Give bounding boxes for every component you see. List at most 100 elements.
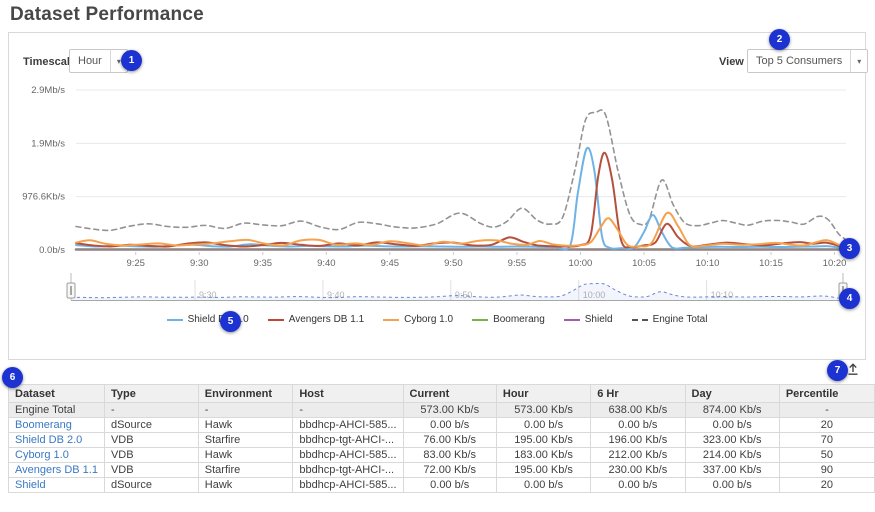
cell-day: 337.00 Kb/s [685, 463, 779, 478]
cell-six_hr: 196.00 Kb/s [591, 433, 685, 448]
legend-label: Boomerang [493, 314, 545, 325]
series-shield-db-2-0-line[interactable] [76, 148, 845, 250]
legend-item[interactable]: Shield [564, 314, 613, 325]
cell-dataset: Cyborg 1.0 [9, 448, 105, 463]
cell-current: 0.00 b/s [403, 478, 496, 493]
table-row: Cyborg 1.0VDBHawkbbdhcp-AHCI-585...83.00… [9, 448, 875, 463]
dataset-link[interactable]: Boomerang [15, 419, 72, 431]
chart-legend: Shield DB 2.0Avengers DB 1.1Cyborg 1.0Bo… [9, 314, 865, 325]
col-header-environment: Environment [198, 385, 293, 403]
col-header-current: Current [403, 385, 496, 403]
table-body: Engine Total---573.00 Kb/s573.00 Kb/s638… [9, 403, 875, 493]
legend-item[interactable]: Engine Total [632, 314, 708, 325]
legend-swatch-line [268, 319, 284, 321]
callout-7: 7 [827, 360, 848, 381]
legend-item[interactable]: Boomerang [472, 314, 545, 325]
cell-hour: 573.00 Kb/s [496, 403, 590, 418]
cell-current: 0.00 b/s [403, 418, 496, 433]
cell-current: 573.00 Kb/s [403, 403, 496, 418]
cell-dataset: Shield DB 2.0 [9, 433, 105, 448]
table-row: ShielddSourceHawkbbdhcp-AHCI-585...0.00 … [9, 478, 875, 493]
cell-percentile: 70 [779, 433, 874, 448]
cell-dataset: Shield [9, 478, 105, 493]
cell-type: dSource [104, 478, 198, 493]
col-header-dataset: Dataset [9, 385, 105, 403]
cell-dataset: Engine Total [9, 403, 105, 418]
x-tick-label: 9:40 [317, 258, 336, 269]
legend-label: Cyborg 1.0 [404, 314, 453, 325]
dataset-link[interactable]: Cyborg 1.0 [15, 449, 69, 461]
cell-host: - [293, 403, 403, 418]
table-row: BoomerangdSourceHawkbbdhcp-AHCI-585...0.… [9, 418, 875, 433]
cell-hour: 195.00 Kb/s [496, 463, 590, 478]
y-tick-label: 2.9Mb/s [31, 85, 65, 96]
legend-swatch-line [167, 319, 183, 321]
dataset-table: DatasetTypeEnvironmentHostCurrentHour6 H… [8, 384, 875, 493]
cell-environment: Hawk [198, 448, 293, 463]
legend-label: Shield [585, 314, 613, 325]
callout-4: 4 [839, 288, 860, 309]
cell-hour: 183.00 Kb/s [496, 448, 590, 463]
cell-six_hr: 0.00 b/s [591, 478, 685, 493]
cell-environment: Hawk [198, 418, 293, 433]
cell-type: VDB [104, 448, 198, 463]
cell-current: 83.00 Kb/s [403, 448, 496, 463]
cell-type: dSource [104, 418, 198, 433]
col-header-percentile: Percentile [779, 385, 874, 403]
series-engine-total-line[interactable] [76, 110, 845, 239]
cell-host: bbdhcp-AHCI-585... [293, 418, 403, 433]
x-tick-label: 9:55 [508, 258, 527, 269]
legend-swatch-line [383, 319, 399, 321]
series-avengers-db-1-1-line[interactable] [76, 153, 845, 249]
legend-swatch-line [472, 319, 488, 321]
dataset-link[interactable]: Shield [15, 479, 46, 491]
legend-swatch-line [564, 319, 580, 321]
legend-label: Avengers DB 1.1 [289, 314, 364, 325]
x-tick-label: 9:35 [254, 258, 273, 269]
callout-5: 5 [220, 311, 241, 332]
cell-environment: Starfire [198, 433, 293, 448]
x-tick-label: 10:10 [696, 258, 720, 269]
x-tick-label: 9:30 [190, 258, 209, 269]
cell-type: - [104, 403, 198, 418]
col-header-host: Host [293, 385, 403, 403]
cell-six_hr: 212.00 Kb/s [591, 448, 685, 463]
legend-swatch-line [632, 319, 648, 321]
cell-day: 0.00 b/s [685, 478, 779, 493]
cell-host: bbdhcp-tgt-AHCI-... [293, 463, 403, 478]
cell-percentile: 20 [779, 478, 874, 493]
legend-label: Engine Total [653, 314, 708, 325]
legend-item[interactable]: Avengers DB 1.1 [268, 314, 364, 325]
dataset-link[interactable]: Avengers DB 1.1 [15, 464, 98, 476]
cell-current: 76.00 Kb/s [403, 433, 496, 448]
cell-dataset: Avengers DB 1.1 [9, 463, 105, 478]
x-tick-label: 10:20 [823, 258, 847, 269]
y-tick-label: 1.9Mb/s [31, 138, 65, 149]
callout-1: 1 [121, 50, 142, 71]
cell-percentile: 90 [779, 463, 874, 478]
cell-six_hr: 230.00 Kb/s [591, 463, 685, 478]
cell-current: 72.00 Kb/s [403, 463, 496, 478]
cell-hour: 0.00 b/s [496, 478, 590, 493]
x-tick-label: 10:00 [569, 258, 593, 269]
chart-panel: Timescale Hour ▾ View Top 5 Consumers ▾ … [8, 32, 866, 360]
cell-host: bbdhcp-tgt-AHCI-... [293, 433, 403, 448]
table-header-row: DatasetTypeEnvironmentHostCurrentHour6 H… [9, 385, 875, 403]
col-header-day: Day [685, 385, 779, 403]
cell-environment: Starfire [198, 463, 293, 478]
callout-6: 6 [2, 367, 23, 388]
x-tick-label: 9:25 [126, 258, 145, 269]
x-tick-label: 10:15 [759, 258, 783, 269]
legend-item[interactable]: Cyborg 1.0 [383, 314, 453, 325]
cell-hour: 0.00 b/s [496, 418, 590, 433]
dataset-link[interactable]: Shield DB 2.0 [15, 434, 82, 446]
cell-day: 874.00 Kb/s [685, 403, 779, 418]
y-tick-label: 976.6Kb/s [22, 192, 65, 203]
cell-day: 214.00 Kb/s [685, 448, 779, 463]
x-tick-label: 9:50 [444, 258, 463, 269]
cell-day: 0.00 b/s [685, 418, 779, 433]
cell-day: 323.00 Kb/s [685, 433, 779, 448]
cell-hour: 195.00 Kb/s [496, 433, 590, 448]
cell-six_hr: 638.00 Kb/s [591, 403, 685, 418]
cell-environment: - [198, 403, 293, 418]
